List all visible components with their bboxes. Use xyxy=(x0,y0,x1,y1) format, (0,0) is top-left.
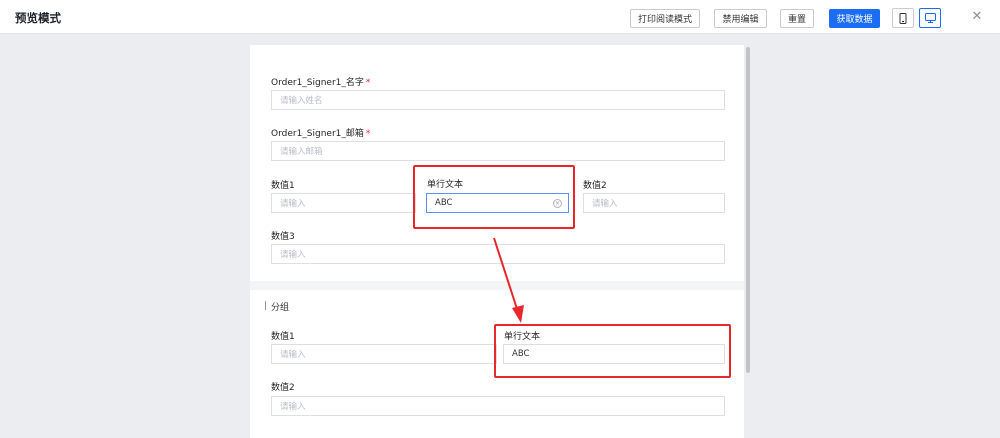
email-input[interactable]: 请输入邮箱 xyxy=(271,141,725,161)
mobile-icon xyxy=(899,12,907,24)
header-bar: 预览模式 打印阅读模式 禁用编辑 重置 获取数据 ✕ xyxy=(0,0,1000,34)
group-value2-input[interactable]: 请输入 xyxy=(271,396,725,416)
value2-input[interactable]: 请输入 xyxy=(583,193,725,213)
group-value2-label: 数值2 xyxy=(271,383,295,393)
name-input[interactable]: 请输入姓名 xyxy=(271,90,725,110)
card-divider xyxy=(250,281,744,290)
group-title: 分组 xyxy=(271,303,290,313)
value1-label: 数值1 xyxy=(271,181,295,191)
name-field-label: Order1_Signer1_名字 * xyxy=(271,75,370,88)
annotation-box-target xyxy=(494,324,731,378)
desktop-icon xyxy=(924,13,936,23)
disable-edit-button[interactable]: 禁用编辑 xyxy=(714,9,767,28)
get-data-button[interactable]: 获取数据 xyxy=(829,9,880,28)
name-label-text: Order1_Signer1_名字 xyxy=(271,78,364,88)
email-field-label: Order1_Signer1_邮箱 * xyxy=(271,126,370,139)
reset-button[interactable]: 重置 xyxy=(780,9,814,28)
value2-label: 数值2 xyxy=(583,181,607,191)
print-read-mode-button[interactable]: 打印阅读模式 xyxy=(630,9,700,28)
group-value1-label: 数值1 xyxy=(271,332,295,342)
mobile-view-button[interactable] xyxy=(892,8,914,28)
group-value1-input[interactable]: 请输入 xyxy=(271,344,497,364)
group-marker xyxy=(265,301,266,310)
close-icon[interactable]: ✕ xyxy=(971,10,983,24)
scrollbar[interactable] xyxy=(746,47,750,373)
required-mark: * xyxy=(365,78,371,88)
value3-input[interactable]: 请输入 xyxy=(271,244,725,264)
required-mark: * xyxy=(365,129,371,139)
value1-input[interactable]: 请输入 xyxy=(271,193,416,213)
value3-label: 数值3 xyxy=(271,232,295,242)
annotation-box-source xyxy=(413,165,575,229)
page-title: 预览模式 xyxy=(15,11,61,25)
email-label-text: Order1_Signer1_邮箱 xyxy=(271,129,364,139)
desktop-view-button[interactable] xyxy=(919,8,941,28)
